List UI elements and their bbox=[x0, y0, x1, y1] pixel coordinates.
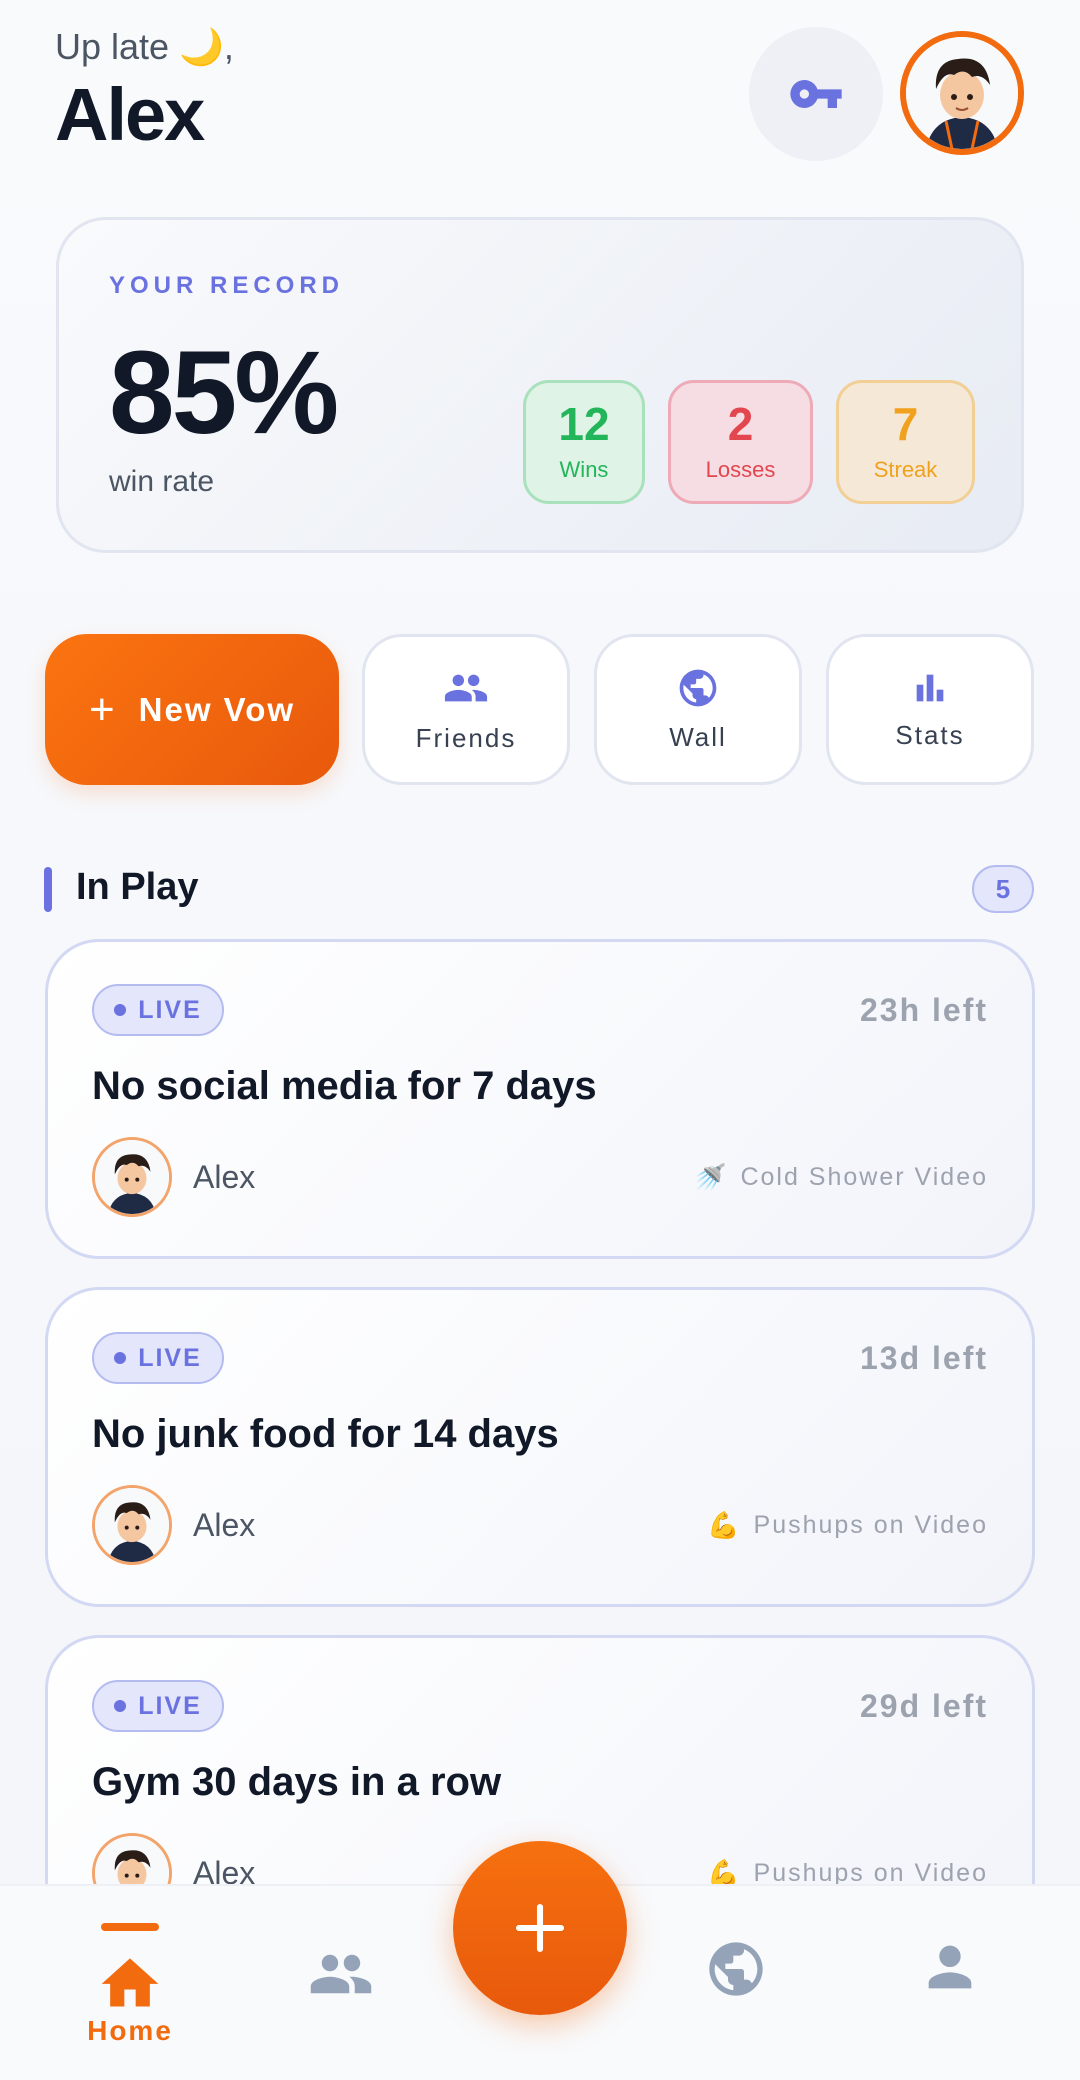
live-badge: LIVE bbox=[92, 984, 224, 1036]
owner-avatar bbox=[92, 1485, 172, 1565]
app-screen: Up late 🌙, Alex YOUR RECORD 85% win rate… bbox=[0, 0, 1080, 2080]
live-dot-icon bbox=[114, 1700, 127, 1712]
vow-card[interactable]: LIVE 23h left No social media for 7 days… bbox=[45, 939, 1035, 1259]
streak-stat: 7 Streak bbox=[836, 380, 975, 504]
username-heading: Alex bbox=[55, 73, 205, 156]
profile-avatar[interactable] bbox=[900, 31, 1024, 155]
new-vow-button[interactable]: + New Vow bbox=[45, 634, 339, 785]
avatar-illustration bbox=[95, 1140, 169, 1214]
people-icon bbox=[310, 1954, 372, 1994]
key-button[interactable] bbox=[749, 27, 883, 161]
nav-wall[interactable] bbox=[704, 1937, 768, 2001]
plus-icon bbox=[515, 1903, 565, 1953]
stats-label: Stats bbox=[895, 720, 965, 750]
live-label: LIVE bbox=[138, 995, 202, 1024]
losses-label: Losses bbox=[705, 457, 776, 482]
vow-owner: Alex bbox=[193, 1507, 256, 1543]
owner-avatar bbox=[92, 1137, 172, 1217]
penalty-label: 💪 Pushups on Video bbox=[707, 1510, 988, 1541]
live-label: LIVE bbox=[138, 1691, 202, 1720]
section-title: In Play bbox=[76, 866, 199, 908]
shower-icon: 🚿 bbox=[694, 1162, 729, 1192]
globe-icon bbox=[709, 1942, 763, 1996]
vow-card[interactable]: LIVE 13d left No junk food for 14 days A… bbox=[45, 1287, 1035, 1607]
live-badge: LIVE bbox=[92, 1680, 224, 1732]
nav-profile[interactable] bbox=[918, 1935, 982, 1999]
record-card: YOUR RECORD 85% win rate 12 Wins 2 Losse… bbox=[56, 217, 1024, 553]
live-dot-icon bbox=[114, 1352, 127, 1364]
nav-home[interactable]: Home bbox=[82, 1923, 178, 2047]
friends-icon bbox=[444, 674, 488, 702]
active-indicator bbox=[101, 1923, 159, 1931]
vow-title: No social media for 7 days bbox=[92, 1064, 597, 1108]
live-label: LIVE bbox=[138, 1343, 202, 1372]
wins-stat: 12 Wins bbox=[523, 380, 645, 504]
friends-button[interactable]: Friends bbox=[362, 634, 570, 785]
vow-owner: Alex bbox=[193, 1159, 256, 1195]
nav-home-label: Home bbox=[87, 2015, 173, 2046]
wins-count: 12 bbox=[558, 398, 610, 450]
avatar-illustration bbox=[906, 37, 1018, 149]
create-vow-fab[interactable] bbox=[453, 1841, 627, 2015]
time-left: 13d left bbox=[859, 1340, 988, 1376]
key-icon bbox=[790, 80, 842, 108]
penalty-label: 🚿 Cold Shower Video bbox=[694, 1162, 988, 1193]
avatar-illustration bbox=[95, 1488, 169, 1562]
penalty-text: Pushups on Video bbox=[753, 1511, 988, 1539]
wall-button[interactable]: Wall bbox=[594, 634, 802, 785]
greeting-text: Up late 🌙, bbox=[55, 26, 234, 67]
home-icon bbox=[101, 1958, 159, 2007]
win-rate-label: win rate bbox=[109, 465, 215, 498]
in-play-count-badge: 5 bbox=[972, 865, 1034, 913]
flexed-biceps-icon: 💪 bbox=[707, 1510, 742, 1540]
wall-label: Wall bbox=[669, 722, 727, 752]
nav-friends[interactable] bbox=[308, 1941, 374, 2007]
plus-icon: + bbox=[88, 684, 117, 734]
record-label: YOUR RECORD bbox=[109, 272, 345, 299]
profile-icon bbox=[928, 1945, 972, 1989]
new-vow-label: New Vow bbox=[138, 690, 296, 728]
win-rate-value: 85% bbox=[109, 327, 339, 459]
losses-count: 2 bbox=[727, 398, 754, 450]
time-left: 29d left bbox=[859, 1688, 988, 1724]
vow-title: No junk food for 14 days bbox=[92, 1412, 559, 1456]
stats-button[interactable]: Stats bbox=[826, 634, 1034, 785]
penalty-text: Cold Shower Video bbox=[740, 1163, 988, 1191]
losses-stat: 2 Losses bbox=[668, 380, 813, 504]
time-left: 23h left bbox=[859, 992, 988, 1028]
live-dot-icon bbox=[114, 1004, 127, 1016]
live-badge: LIVE bbox=[92, 1332, 224, 1384]
streak-label: Streak bbox=[873, 457, 938, 482]
globe-icon bbox=[679, 669, 717, 707]
vow-title: Gym 30 days in a row bbox=[92, 1760, 502, 1804]
section-accent-bar bbox=[44, 867, 52, 912]
wins-label: Wins bbox=[559, 457, 609, 482]
streak-count: 7 bbox=[892, 398, 919, 450]
bar-chart-icon bbox=[916, 674, 944, 702]
friends-label: Friends bbox=[415, 723, 517, 753]
